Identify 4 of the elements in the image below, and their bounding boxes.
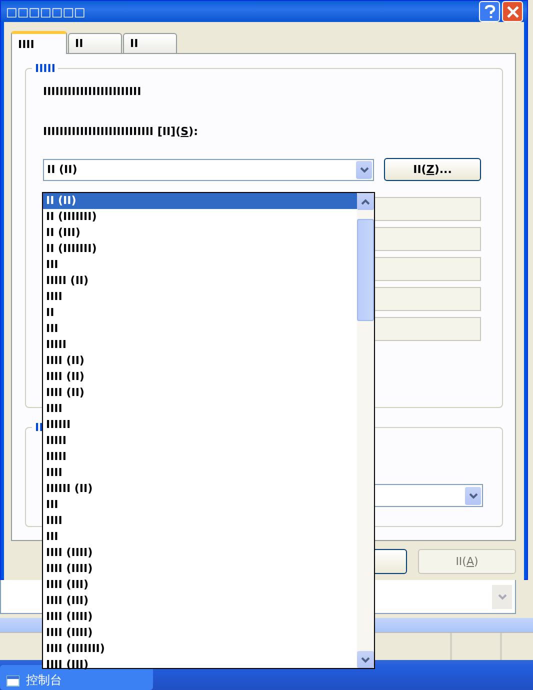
group-title: IIIII [32,62,58,75]
window-title: □□□□□□□ [6,4,86,18]
description-text: IIIIIIIIIIIIIIIIIIIIIIII [43,85,142,98]
combo-label: IIIIIIIIIIIIIIIIIIIIIIIIIII [II](S): [43,125,199,138]
